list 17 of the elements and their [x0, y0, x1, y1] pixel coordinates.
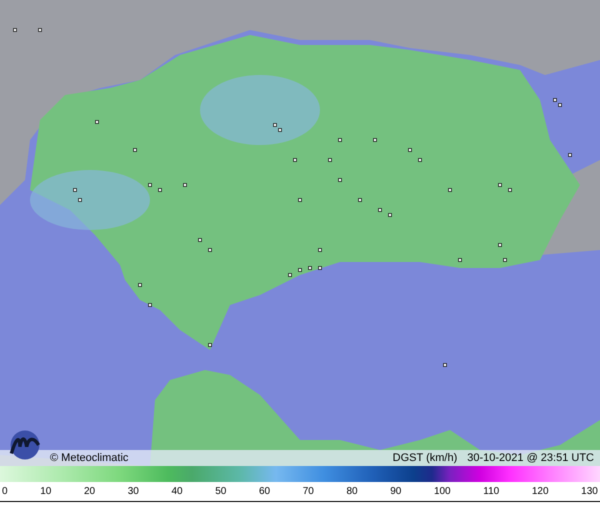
scale-label: 30 [128, 486, 139, 497]
scale-label: 70 [302, 486, 314, 497]
scale-label: 40 [171, 486, 183, 497]
scale-label: 120 [532, 486, 549, 497]
scale-label: 110 [483, 486, 500, 497]
timestamp: 30-10-2021 @ 23:51 UTC [467, 452, 594, 464]
scale-label: 50 [215, 486, 226, 497]
credit-text: © Meteoclimatic [50, 452, 128, 464]
scale-label: 0 [2, 486, 8, 497]
scale-label: 20 [84, 486, 96, 497]
variable-label: DGST (km/h) [392, 452, 458, 464]
scale-label: 10 [40, 486, 52, 497]
scale-label: 130 [581, 486, 598, 497]
scale-label: 60 [258, 486, 270, 497]
scale-label: 80 [346, 486, 358, 497]
scale-label: 90 [390, 486, 402, 497]
scale-label: 100 [434, 486, 451, 497]
